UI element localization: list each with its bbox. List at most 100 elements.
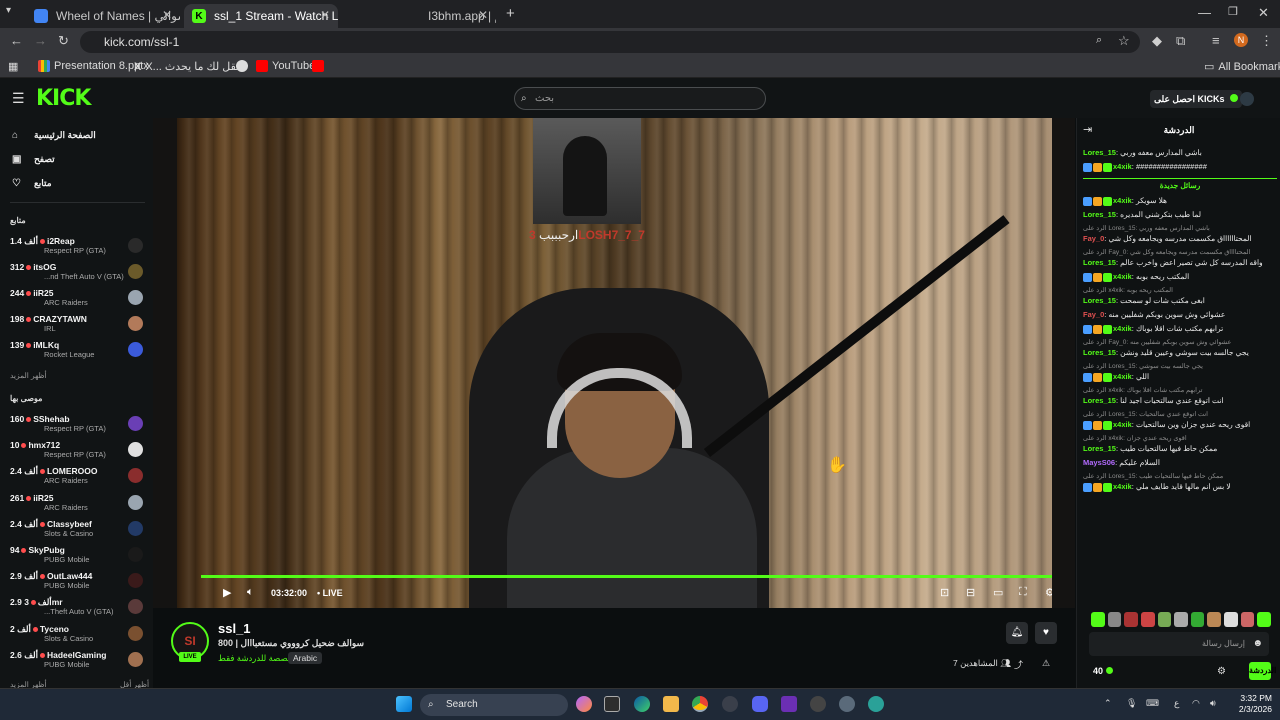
volume-icon[interactable]: 🔈︎	[247, 586, 254, 599]
channel-name[interactable]: ssl_1	[218, 621, 251, 636]
edge-icon[interactable]	[634, 696, 650, 712]
chat-message[interactable]: x4xik: هلا سويكر	[1083, 196, 1277, 206]
speaker-icon[interactable]: 🔊︎	[1210, 698, 1216, 709]
channel-item[interactable]: 244 iiR25 ARC Raiders	[10, 288, 145, 314]
bookmark-youtube-2[interactable]	[312, 60, 328, 72]
chat-username[interactable]: Lores_15	[1083, 210, 1116, 219]
emote-icon[interactable]	[1240, 612, 1255, 627]
channel-item[interactable]: 2.4 ألف LOMEROOO ARC Raiders	[10, 466, 145, 492]
language-icon[interactable]: ع	[1174, 698, 1179, 709]
system-clock[interactable]: 3:32 PM 2/3/2026	[1228, 693, 1272, 715]
chat-message[interactable]: Fay_0: عشوائي وش سوين بوبكم شفليين منه	[1083, 310, 1277, 320]
chat-message[interactable]: x4xik: ترابهم مكتب شات اقلا بوباك	[1083, 324, 1277, 334]
emote-icon[interactable]	[1257, 612, 1272, 627]
address-bar[interactable]: kick.com/ssl-1	[80, 31, 1140, 53]
play-icon[interactable]: ▶	[223, 586, 231, 599]
chat-send-button[interactable]: الدردشة	[1249, 662, 1276, 680]
close-tab-icon[interactable]: ✕	[320, 8, 330, 22]
microphone-icon[interactable]: 🎙︎	[1126, 698, 1137, 709]
task-view-icon[interactable]	[604, 696, 620, 712]
chat-username[interactable]: x4xik	[1113, 420, 1132, 429]
emote-icon[interactable]	[1107, 612, 1122, 627]
maximize-icon[interactable]: ❐	[1228, 5, 1238, 18]
wifi-icon[interactable]: ◠	[1192, 698, 1200, 709]
apps-grid-icon[interactable]: ▦	[8, 60, 18, 73]
minimize-icon[interactable]: —	[1198, 5, 1211, 20]
chat-message[interactable]: الرد على x4xik: ترابهم مكتب شات اقلا بوب…	[1083, 386, 1277, 406]
emote-icon[interactable]	[1157, 612, 1172, 627]
get-kicks-button[interactable]: احصل على KICKs	[1150, 90, 1243, 108]
channel-item[interactable]: 261 iiR25 ARC Raiders	[10, 493, 145, 519]
chat-username[interactable]: Fay_0	[1083, 310, 1104, 319]
channel-item[interactable]: 10 hmx712 Respect RP (GTA)	[10, 440, 145, 466]
chat-username[interactable]: Lores_15	[1083, 444, 1116, 453]
channel-item[interactable]: 2.9 ألف3mr ...Theft Auto V (GTA)	[10, 597, 145, 623]
channel-item[interactable]: 2.6 ألف HadeelGaming PUBG Mobile	[10, 650, 145, 676]
pip-icon[interactable]: ▭	[993, 586, 1003, 599]
chat-message[interactable]: الرد على Lores_15: انت اتوقع عندي سالتحي…	[1083, 410, 1277, 430]
profile-avatar[interactable]: N	[1234, 33, 1248, 47]
chat-username[interactable]: x4xik	[1113, 162, 1132, 171]
new-tab-icon[interactable]: +	[506, 5, 515, 22]
emote-icon[interactable]	[1207, 612, 1222, 627]
kicks-balance[interactable]: 40	[1093, 666, 1113, 676]
emote-icon[interactable]	[1140, 612, 1155, 627]
chat-username[interactable]: Lores_15	[1083, 258, 1116, 267]
channel-item[interactable]: 198 CRAZYTAWN IRL	[10, 314, 145, 340]
share-icon[interactable]: ⤴	[1014, 658, 1023, 671]
chat-username[interactable]: MaysS06	[1083, 458, 1115, 467]
next-app-icon[interactable]	[781, 696, 797, 712]
menu-kebab-icon[interactable]: ⋮	[1260, 33, 1273, 49]
chat-username[interactable]: Lores_15	[1083, 348, 1116, 357]
chat-message[interactable]: الرد على Lores_15: ممكن حاط فيها سالتحيا…	[1083, 472, 1277, 492]
chat-message[interactable]: الرد على x4xik: المكتب ريحه بوبه Lores_15…	[1083, 286, 1277, 306]
channel-item[interactable]: 139 iMLKq Rocket League	[10, 340, 145, 366]
emote-icon[interactable]	[1124, 612, 1138, 627]
nav-home[interactable]: ⌂ الصفحة الرئيسية	[12, 130, 96, 141]
zoom-icon[interactable]: ⌕	[1096, 34, 1102, 47]
chrome-icon[interactable]	[692, 696, 708, 712]
chat-username[interactable]: Lores_15	[1083, 148, 1116, 157]
theatre-mode-icon[interactable]: ⊟	[966, 586, 975, 599]
taskbar-search[interactable]: ⌕ Search	[420, 694, 568, 716]
video-player[interactable]: ارحبببب 3LOSH7_7_7 ✋ ▶ 🔈︎ 03:32:00 • LIV…	[153, 118, 1075, 608]
media-controls-icon[interactable]: ≡	[1212, 33, 1220, 48]
chat-message[interactable]: الرد على Lores_15: يجي جالسه بيت سوشي x4x…	[1083, 362, 1277, 382]
channel-item[interactable]: 2.9 ألف OutLaw444 PUBG Mobile	[10, 571, 145, 597]
stream-category[interactable]: مخصصة للدردشة فقط	[218, 653, 298, 664]
emote-icon[interactable]	[1174, 612, 1188, 627]
emote-icon[interactable]	[1190, 612, 1205, 627]
keyboard-icon[interactable]: ⌨	[1146, 698, 1159, 709]
chat-message[interactable]: MaysS06: السلام عليكم	[1083, 458, 1277, 468]
channel-item[interactable]: 94 SkyPubg PUBG Mobile	[10, 545, 145, 571]
settings-gear-icon[interactable]: ⚙	[1045, 586, 1052, 599]
chat-message[interactable]: x4xik: #################	[1083, 162, 1277, 172]
chat-message[interactable]: الرد على Lores_15: باشي المدارس معفه ورب…	[1083, 224, 1277, 244]
all-bookmarks[interactable]: ▭ All Bookmarks	[1204, 60, 1280, 74]
app-icon[interactable]	[722, 696, 738, 712]
nav-browse[interactable]: ▣ تصفح	[12, 154, 55, 165]
report-icon[interactable]: ⚠	[1042, 658, 1050, 669]
close-window-icon[interactable]: ✕	[1258, 5, 1269, 21]
search-input[interactable]: ⌕ بحث	[514, 87, 766, 110]
emote-icon[interactable]	[1224, 612, 1238, 627]
copilot-icon[interactable]	[576, 696, 592, 712]
channel-item[interactable]: 160 SShehab Respect RP (GTA)	[10, 414, 145, 440]
live-progress-bar[interactable]	[201, 575, 1052, 578]
chat-message[interactable]: الرد على x4xik: اقوى ريحه عندي جزان Lores…	[1083, 434, 1277, 454]
reload-icon[interactable]: ↻	[58, 33, 69, 49]
chat-username[interactable]: x4xik	[1113, 482, 1132, 491]
bookmark-x[interactable]: X X... ينقل لك ما يحدث	[134, 60, 243, 74]
back-icon[interactable]: ←	[10, 33, 23, 48]
chat-message[interactable]: Lores_15: باشي المدارس معفه وربي	[1083, 148, 1277, 158]
chat-settings-gear-icon[interactable]: ⚙	[1217, 666, 1226, 677]
chat-username[interactable]: x4xik	[1113, 372, 1132, 381]
tab-kick-stream[interactable]: K ssl_1 Stream - Watch Live on Kick ✕	[184, 4, 338, 28]
clip-icon[interactable]: ⊡	[940, 586, 949, 599]
kick-logo[interactable]: KICK	[36, 86, 91, 111]
chat-username[interactable]: Fay_0	[1083, 234, 1104, 243]
close-tab-icon[interactable]: ✕	[162, 8, 172, 22]
chat-username[interactable]: Lores_15	[1083, 396, 1116, 405]
globe-app-icon[interactable]	[868, 696, 884, 712]
forward-icon[interactable]: →	[34, 33, 47, 48]
